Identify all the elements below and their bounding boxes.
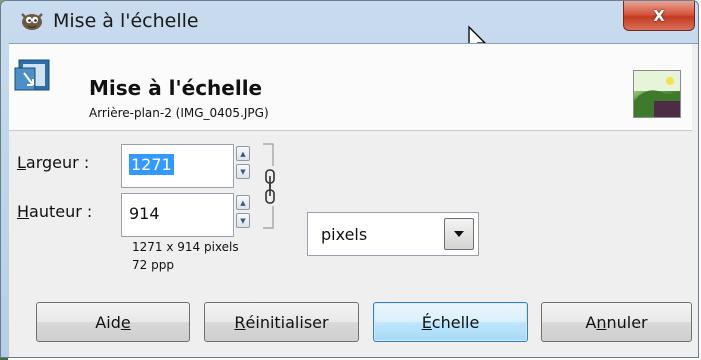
window-title: Mise à l'échelle (53, 10, 199, 32)
height-label: Hauteur : (17, 202, 93, 221)
size-info: 1271 x 914 pixels (132, 240, 239, 254)
cancel-button[interactable]: An nuler (541, 302, 692, 342)
close-button[interactable]: X (623, 1, 695, 31)
layer-thumbnail (633, 70, 681, 118)
unit-select[interactable]: pixels (307, 212, 479, 256)
unit-value: pixels (321, 225, 368, 244)
width-increment-button[interactable]: ▲ (236, 146, 250, 161)
scale-button[interactable]: Échelle (373, 302, 528, 342)
resolution-info: 72 ppp (132, 258, 174, 272)
height-value: 914 (129, 204, 160, 223)
dialog-body: Mise à l'échelle Arrière-plan-2 (IMG_040… (9, 43, 698, 357)
title-bar[interactable]: Mise à l'échelle X (1, 1, 698, 43)
dialog-heading: Mise à l'échelle (89, 76, 263, 100)
chevron-down-icon (454, 231, 464, 237)
height-increment-button[interactable]: ▲ (236, 195, 250, 210)
width-input[interactable]: 1271 (121, 144, 234, 188)
close-icon: X (653, 6, 665, 25)
dropdown-button[interactable] (444, 218, 474, 250)
height-input[interactable]: 914 (121, 193, 234, 237)
width-label: Largeur : (17, 153, 90, 172)
height-decrement-button[interactable]: ▼ (236, 213, 250, 228)
layer-name: Arrière-plan-2 (IMG_0405.JPG) (89, 106, 269, 120)
width-decrement-button[interactable]: ▼ (236, 164, 250, 179)
reset-button[interactable]: Réinitialiser (204, 302, 359, 342)
width-spinner[interactable]: ▲ ▼ (236, 146, 250, 182)
help-button[interactable]: Aid e (36, 302, 190, 342)
scale-layer-icon (14, 59, 50, 91)
chain-link-icon[interactable] (257, 140, 283, 232)
width-value: 1271 (129, 154, 174, 175)
dialog-header: Mise à l'échelle Arrière-plan-2 (IMG_040… (9, 44, 692, 131)
height-spinner[interactable]: ▲ ▼ (236, 195, 250, 231)
thumbnail-image-icon (634, 71, 680, 117)
scale-dialog-window: Mise à l'échelle X Mise à l'échelle Arri… (0, 0, 699, 358)
gimp-wilber-icon (21, 13, 43, 30)
